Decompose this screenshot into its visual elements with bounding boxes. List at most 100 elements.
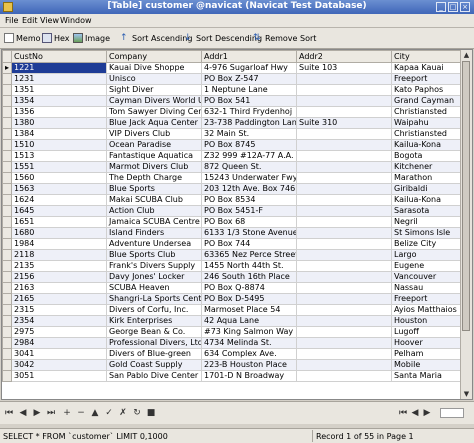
row-indicator[interactable] xyxy=(2,359,12,371)
row-indicator[interactable] xyxy=(2,194,12,206)
cell-city[interactable]: Christiansted xyxy=(391,128,462,140)
cell-city[interactable]: Houston xyxy=(391,315,462,327)
column-header-addr1[interactable]: Addr1 xyxy=(201,50,297,63)
cell-custno[interactable]: 2163 xyxy=(11,282,107,294)
cell-custno[interactable]: 1645 xyxy=(11,205,107,217)
row-indicator[interactable] xyxy=(2,128,12,140)
cell-addr2[interactable] xyxy=(296,73,392,85)
cell-addr1[interactable]: PO Box 5451-F xyxy=(201,205,297,217)
cell-city[interactable]: Grand Cayman xyxy=(391,95,462,107)
table-row[interactable]: 3041 Divers of Blue-green 634 Complex Ave.… xyxy=(2,348,462,360)
row-indicator[interactable] xyxy=(2,271,12,283)
prev-page-icon[interactable]: ◀ xyxy=(410,408,420,418)
cell-addr2[interactable] xyxy=(296,128,392,140)
cell-custno[interactable]: 1351 xyxy=(11,84,107,96)
cell-addr2[interactable] xyxy=(296,227,392,239)
row-indicator[interactable] xyxy=(2,95,12,107)
table-row[interactable]: ▸ 1221 Kauai Dive Shoppe 4-976 Sugarloaf Hw… xyxy=(2,62,462,74)
row-indicator[interactable] xyxy=(2,238,12,250)
cell-custno[interactable]: 1356 xyxy=(11,106,107,118)
cell-addr2[interactable] xyxy=(296,150,392,162)
cell-addr1[interactable]: 23-738 Paddington Lane xyxy=(201,117,297,129)
first-record-icon[interactable]: ⏮ xyxy=(4,408,14,418)
cell-company[interactable]: Blue Sports Club xyxy=(106,249,202,261)
cell-addr1[interactable]: 32 Main St. xyxy=(201,128,297,140)
cell-addr1[interactable]: 872 Queen St. xyxy=(201,161,297,173)
cell-addr1[interactable]: PO Box 744 xyxy=(201,238,297,250)
column-header-custno[interactable]: CustNo xyxy=(11,50,107,63)
cell-company[interactable]: Davy Jones' Locker xyxy=(106,271,202,283)
table-row[interactable]: 1356Tom Sawyer Diving Centre632-1 Third … xyxy=(2,106,462,118)
cell-city[interactable]: Freeport xyxy=(391,73,462,85)
cell-addr2[interactable] xyxy=(296,205,392,217)
cell-company[interactable]: Ocean Paradise xyxy=(106,139,202,151)
cell-city[interactable]: Marathon xyxy=(391,172,462,184)
cell-custno[interactable]: 2354 xyxy=(11,315,107,327)
cell-company[interactable]: VIP Divers Club xyxy=(106,128,202,140)
cell-addr1[interactable]: Marmoset Place 54 xyxy=(201,304,297,316)
cell-company[interactable]: Makai SCUBA Club xyxy=(106,194,202,206)
cell-addr2[interactable] xyxy=(296,106,392,118)
cell-addr2[interactable] xyxy=(296,315,392,327)
menu-view[interactable]: View xyxy=(40,16,59,25)
cell-custno[interactable]: 2118 xyxy=(11,249,107,261)
next-page-icon[interactable]: ▶ xyxy=(422,408,432,418)
cell-city[interactable]: Eugene xyxy=(391,260,462,272)
cell-addr2[interactable] xyxy=(296,326,392,338)
current-row-indicator-icon[interactable]: ▸ xyxy=(2,62,12,74)
cell-custno[interactable]: 1551 xyxy=(11,161,107,173)
cell-custno[interactable]: 1384 xyxy=(11,128,107,140)
cell-addr1[interactable]: 1455 North 44th St. xyxy=(201,260,297,272)
cell-custno[interactable]: 1680 xyxy=(11,227,107,239)
cell-custno[interactable]: 2975 xyxy=(11,326,107,338)
cell-city[interactable]: Nassau xyxy=(391,282,462,294)
cell-custno[interactable]: 2165 xyxy=(11,293,107,305)
cell-addr1[interactable]: 246 South 16th Place xyxy=(201,271,297,283)
cell-company[interactable]: George Bean & Co. xyxy=(106,326,202,338)
cancel-icon[interactable]: ✗ xyxy=(118,408,128,418)
cell-addr1[interactable]: 203 12th Ave. Box 746 xyxy=(201,183,297,195)
scroll-down-icon[interactable]: ▼ xyxy=(461,389,472,399)
row-indicator[interactable] xyxy=(2,161,12,173)
menu-edit[interactable]: Edit xyxy=(22,16,38,25)
apply-icon[interactable]: ✓ xyxy=(104,408,114,418)
cell-custno[interactable]: 1221 xyxy=(11,62,107,74)
row-indicator[interactable] xyxy=(2,370,12,382)
cell-company[interactable]: Tom Sawyer Diving Centre xyxy=(106,106,202,118)
cell-addr2[interactable] xyxy=(296,370,392,382)
cell-company[interactable]: Blue Sports xyxy=(106,183,202,195)
table-row[interactable]: 2118 Blue Sports Club 63365 Nez Perce Stre… xyxy=(2,249,462,261)
cell-company[interactable]: Gold Coast Supply xyxy=(106,359,202,371)
cell-addr2[interactable] xyxy=(296,216,392,228)
cell-city[interactable]: Kailua-Kona xyxy=(391,194,462,206)
table-row[interactable]: 2163 SCUBA Heaven PO Box Q-8874 Nassau xyxy=(2,282,462,294)
cell-city[interactable]: Belize City xyxy=(391,238,462,250)
cell-addr1[interactable]: 4734 Melinda St. xyxy=(201,337,297,349)
cell-addr2[interactable] xyxy=(296,359,392,371)
table-row[interactable]: 2156 Davy Jones' Locker 246 South 16th Pla… xyxy=(2,271,462,283)
next-record-icon[interactable]: ▶ xyxy=(32,408,42,418)
table-row[interactable]: 2315 Divers of Corfu, Inc. Marmoset Place … xyxy=(2,304,462,316)
menu-file[interactable]: File xyxy=(5,16,18,25)
table-row[interactable]: 3042 Gold Coast Supply 223-B Houston Place… xyxy=(2,359,462,371)
cell-addr2[interactable] xyxy=(296,172,392,184)
column-header-city[interactable]: City xyxy=(391,50,462,63)
cell-city[interactable]: Pelham xyxy=(391,348,462,360)
cell-city[interactable]: Vancouver xyxy=(391,271,462,283)
page-scroller[interactable] xyxy=(440,408,464,418)
cell-company[interactable]: Kirk Enterprises xyxy=(106,315,202,327)
cell-addr1[interactable]: PO Box 68 xyxy=(201,216,297,228)
cell-custno[interactable]: 1560 xyxy=(11,172,107,184)
cell-company[interactable]: Fantastique Aquatica xyxy=(106,150,202,162)
cell-company[interactable]: Shangri-La Sports Center xyxy=(106,293,202,305)
row-indicator[interactable] xyxy=(2,304,12,316)
table-row[interactable]: 2975 George Bean & Co. #73 King Salmon Way… xyxy=(2,326,462,338)
cell-custno[interactable]: 1231 xyxy=(11,73,107,85)
cell-city[interactable]: Giribaldi xyxy=(391,183,462,195)
cell-addr1[interactable]: 223-B Houston Place xyxy=(201,359,297,371)
cell-custno[interactable]: 1624 xyxy=(11,194,107,206)
last-record-icon[interactable]: ⏭ xyxy=(46,408,56,418)
cell-addr1[interactable]: 1701-D N Broadway xyxy=(201,370,297,382)
table-row[interactable]: 1651 Jamaica SCUBA Centre PO Box 68 Negril xyxy=(2,216,462,228)
column-header-company[interactable]: Company xyxy=(106,50,202,63)
